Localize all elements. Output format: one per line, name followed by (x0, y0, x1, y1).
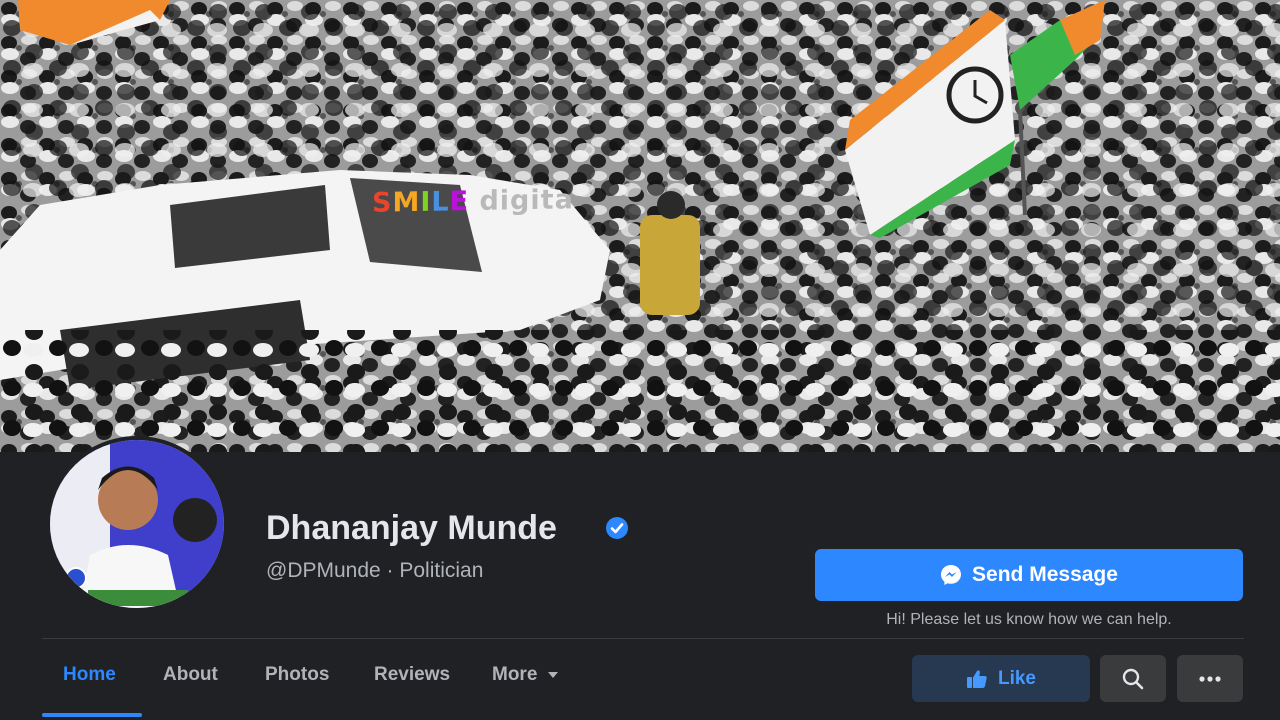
wordmark-letter: i (499, 185, 511, 217)
thumbs-up-icon (966, 669, 987, 688)
wordmark-letter (469, 186, 479, 217)
cover-photo[interactable]: SMILE digita (0, 0, 1280, 452)
tab-home[interactable]: Home (63, 664, 116, 686)
active-tab-indicator (42, 713, 142, 717)
page-handle-category: @DPMunde · Politician (266, 559, 484, 582)
search-button[interactable] (1100, 655, 1166, 702)
wordmark-letter: L (431, 186, 450, 218)
messenger-icon (941, 565, 962, 585)
more-options-button[interactable] (1177, 655, 1243, 702)
wordmark-letter: t (540, 184, 555, 216)
like-label: Like (997, 667, 1037, 689)
tab-photos[interactable]: Photos (265, 664, 329, 686)
wordmark-letter: a (554, 184, 574, 216)
wordmark-letter: S (372, 187, 393, 219)
profile-avatar[interactable] (46, 436, 228, 612)
tab-reviews[interactable]: Reviews (374, 664, 450, 686)
wordmark-letter: g (510, 184, 531, 217)
wordmark-letter: E (449, 186, 470, 218)
send-message-label: Send Message (972, 563, 1118, 586)
verified-badge-icon (606, 517, 628, 539)
wordmark-letter: M (392, 186, 421, 219)
cover-wordmark: SMILE digita (372, 184, 574, 219)
tab-more[interactable]: More (492, 664, 559, 686)
search-icon (1122, 668, 1144, 689)
page-title: Dhananjay Munde (266, 509, 557, 547)
wordmark-letter: d (479, 185, 500, 217)
avatar-portrait-graphic (50, 440, 224, 608)
caret-down-icon (548, 672, 559, 678)
wordmark-letter: I (420, 186, 432, 218)
tab-about[interactable]: About (163, 664, 218, 686)
send-message-button[interactable]: Send Message (815, 549, 1243, 601)
message-help-text: Hi! Please let us know how we can help. (886, 611, 1172, 628)
like-button[interactable]: Like (912, 655, 1090, 702)
wordmark-letter: i (530, 184, 541, 216)
crowd-photo-graphic (0, 0, 1280, 452)
tab-more-label: More (492, 664, 538, 685)
header-divider (42, 638, 1244, 639)
ellipsis-icon (1199, 675, 1221, 682)
